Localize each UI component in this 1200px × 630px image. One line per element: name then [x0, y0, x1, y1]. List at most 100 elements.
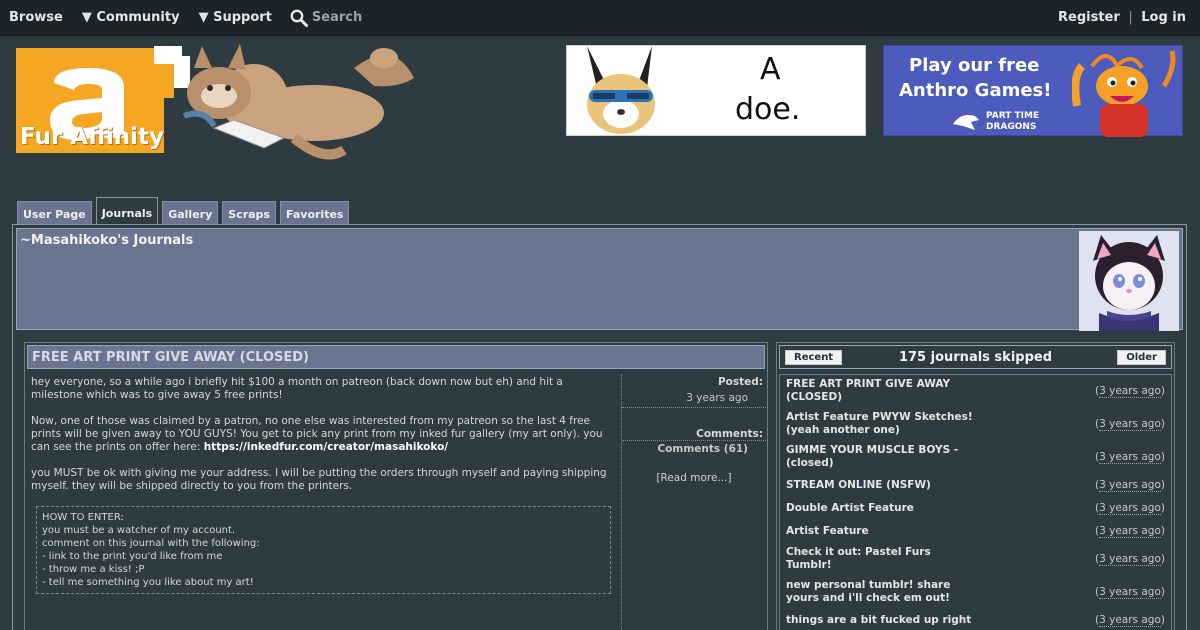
tab-user-page[interactable]: User Page [17, 201, 92, 224]
journal-link[interactable]: Artist Feature PWYW Sketches! (yeah anot… [786, 411, 976, 437]
inkedfur-link[interactable]: https://inkedfur.com/creator/masahikoko/ [204, 441, 448, 453]
link-separator: | [1128, 10, 1133, 25]
recent-button[interactable]: Recent [785, 350, 843, 365]
time-value: 3 years ago [1099, 502, 1161, 515]
dragon-logo-icon [953, 115, 979, 130]
search-icon [290, 9, 308, 27]
logo-text: Fur Affinity [20, 124, 164, 150]
read-more-link[interactable]: [Read more...] [622, 472, 766, 484]
journal-time: (3 years ago) [1095, 451, 1165, 464]
list-item[interactable]: FREE ART PRINT GIVE AWAY (CLOSED) (3 year… [780, 375, 1171, 408]
time-paren: ) [1160, 553, 1165, 565]
ad2-line2: Anthro Games! [899, 80, 1052, 101]
top-navigation: Browse ▼ Community ▼ Support Search Regi… [0, 0, 1200, 36]
how-to-enter-box: HOW TO ENTER: you must be a watcher of m… [36, 506, 611, 594]
journal-link[interactable]: STREAM ONLINE (NSFW) [786, 479, 976, 492]
tab-journals[interactable]: Journals [95, 197, 159, 224]
ad2-brand-line2: DRAGONS [986, 122, 1037, 132]
tab-favorites[interactable]: Favorites [279, 201, 350, 224]
skipped-count: 175 journals skipped [898, 350, 1053, 365]
how-line: HOW TO ENTER: [42, 512, 124, 523]
journal-time: (3 years ago) [1095, 502, 1165, 515]
advertisement-doe[interactable]: A doe. [566, 45, 866, 136]
journal-title[interactable]: FREE ART PRINT GIVE AWAY (CLOSED) [27, 345, 765, 369]
journal-time: (3 years ago) [1095, 586, 1165, 599]
journal-link[interactable]: Check it out: Pastel Furs Tumblr! [786, 546, 976, 572]
journal-paragraph-3: you MUST be ok with giving me your addre… [31, 467, 607, 492]
journal-body: hey everyone, so a while ago i briefly h… [31, 376, 617, 594]
advertisement-anthro-games[interactable]: Play our free Anthro Games! PART TIME DR… [883, 45, 1183, 137]
journal-entry: FREE ART PRINT GIVE AWAY (CLOSED) hey ev… [24, 342, 768, 630]
site-logo[interactable]: Fur Affinity [14, 38, 424, 163]
journal-list-panel: Recent 175 journals skipped Older FREE A… [776, 342, 1175, 630]
login-link[interactable]: Log in [1141, 10, 1186, 25]
register-link[interactable]: Register [1058, 10, 1120, 25]
tab-scraps[interactable]: Scraps [222, 201, 276, 224]
time-value: 3 years ago [1099, 525, 1161, 538]
dragon-mascot-illustration [1072, 50, 1176, 137]
how-line: - throw me a kiss! ;P [42, 564, 145, 575]
ad2-brand-line1: PART TIME [986, 111, 1040, 121]
time-paren: ) [1160, 479, 1165, 491]
journal-link[interactable]: GIMME YOUR MUSCLE BOYS - (closed) [786, 444, 976, 470]
time-paren: ) [1160, 418, 1165, 430]
list-item[interactable]: Check it out: Pastel Furs Tumblr! (3 year… [780, 543, 1171, 576]
journal-list: FREE ART PRINT GIVE AWAY (CLOSED) (3 year… [779, 374, 1172, 630]
posted-label: Posted: [717, 376, 763, 388]
older-button[interactable]: Older [1117, 350, 1166, 365]
comments-label: Comments: [696, 428, 763, 440]
time-value: 3 years ago [1099, 614, 1161, 627]
journal-meta: Posted: 3 years ago Comments: Comments (… [621, 374, 766, 630]
profile-tabs: User Page Journals Gallery Scraps Favori… [17, 197, 353, 224]
rabbit-mascot-icon [587, 46, 655, 134]
nav-community[interactable]: ▼ Community [82, 10, 180, 25]
tab-gallery[interactable]: Gallery [162, 201, 219, 224]
nav-browse[interactable]: Browse [9, 10, 63, 25]
time-value: 3 years ago [1099, 418, 1161, 431]
how-line: you must be a watcher of my account. [42, 525, 236, 536]
time-value: 3 years ago [1099, 451, 1161, 464]
time-value: 3 years ago [1099, 586, 1161, 599]
comments-count[interactable]: Comments (61) [622, 440, 766, 458]
list-item[interactable]: Artist Feature PWYW Sketches! (yeah anot… [780, 408, 1171, 441]
journal-list-header: Recent 175 journals skipped Older [779, 345, 1172, 369]
how-line: comment on this journal with the followi… [42, 538, 260, 549]
list-item[interactable]: Artist Feature (3 years ago) [780, 520, 1171, 543]
list-item[interactable]: things are a bit fucked up right (3 years… [780, 609, 1171, 630]
time-paren: ) [1160, 614, 1165, 626]
list-item[interactable]: Double Artist Feature (3 years ago) [780, 497, 1171, 520]
journal-time: (3 years ago) [1095, 614, 1165, 627]
journal-link[interactable]: new personal tumblr! share yours and i'l… [786, 579, 976, 605]
time-paren: ) [1160, 586, 1165, 598]
journal-time: (3 years ago) [1095, 553, 1165, 566]
account-links: Register | Log in [1058, 10, 1186, 25]
time-paren: ) [1160, 525, 1165, 537]
ad2-line1: Play our free [909, 55, 1040, 76]
time-paren: ) [1160, 385, 1165, 397]
how-line: - tell me something you like about my ar… [42, 577, 254, 588]
journal-paragraph-2: Now, one of those was claimed by a patro… [31, 415, 617, 454]
how-line: - link to the print you'd like from me [42, 551, 223, 562]
list-item[interactable]: STREAM ONLINE (NSFW) (3 years ago) [780, 474, 1171, 497]
time-paren: ) [1160, 502, 1165, 514]
journal-link[interactable]: Double Artist Feature [786, 502, 976, 515]
journal-time: (3 years ago) [1095, 385, 1165, 398]
journal-link[interactable]: FREE ART PRINT GIVE AWAY (CLOSED) [786, 378, 976, 404]
journal-link[interactable]: Artist Feature [786, 525, 976, 538]
avatar[interactable] [1079, 231, 1179, 331]
journal-link[interactable]: things are a bit fucked up right [786, 614, 976, 627]
posted-date: 3 years ago [622, 388, 766, 408]
journal-time: (3 years ago) [1095, 525, 1165, 538]
journal-time: (3 years ago) [1095, 479, 1165, 492]
nav-support[interactable]: ▼ Support [199, 10, 272, 25]
search-label: Search [311, 10, 363, 25]
ad1-line1: A [760, 52, 781, 87]
ad1-line2: doe. [735, 92, 801, 127]
time-value: 3 years ago [1099, 385, 1161, 398]
list-item[interactable]: GIMME YOUR MUSCLE BOYS - (closed) (3 year… [780, 441, 1171, 474]
user-header-panel: ~Masahikoko's Journals [16, 228, 1183, 331]
list-item[interactable]: new personal tumblr! share yours and i'l… [780, 576, 1171, 609]
time-paren: ) [1160, 451, 1165, 463]
time-value: 3 years ago [1099, 553, 1161, 566]
search-button[interactable]: Search [290, 9, 362, 27]
